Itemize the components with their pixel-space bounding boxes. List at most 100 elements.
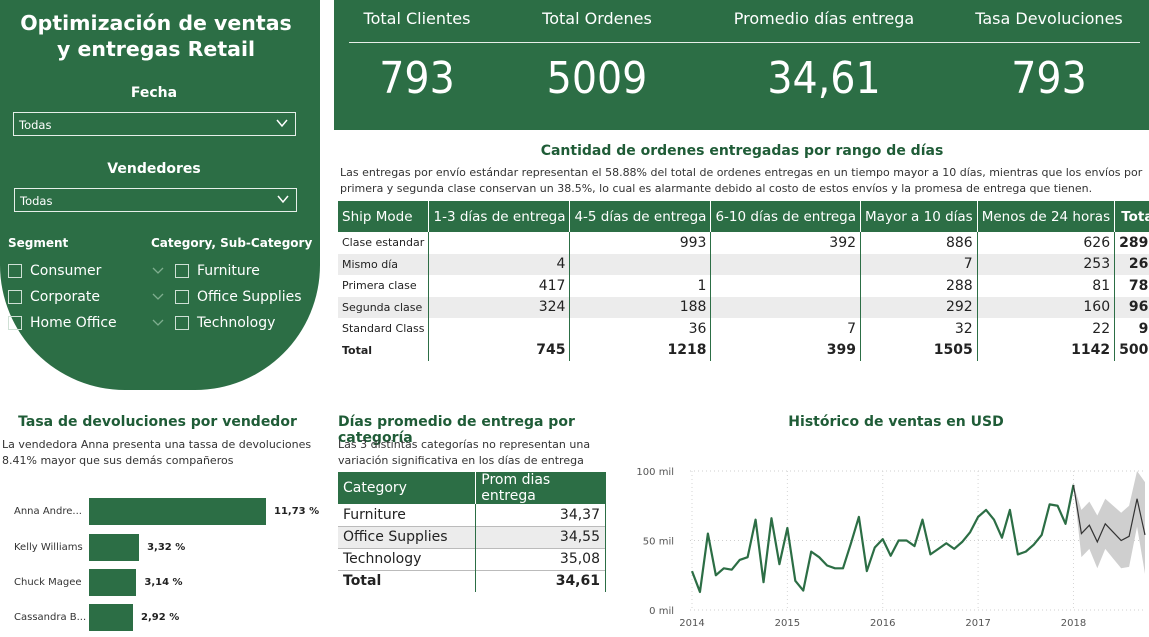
col-header-ship-mode[interactable]: Ship Mode <box>338 201 430 232</box>
col-header-menos-24h[interactable]: Menos de 24 horas <box>977 201 1116 232</box>
cell: 1505 <box>860 339 978 361</box>
cell: 2897 <box>1119 234 1149 251</box>
cell <box>428 318 571 340</box>
checkbox-icon[interactable] <box>175 316 189 330</box>
category-item-office-supplies[interactable]: Office Supplies <box>151 284 302 310</box>
vendedores-dropdown[interactable]: Todas <box>14 188 297 212</box>
cell: 34,55 <box>475 525 606 548</box>
segment-item-consumer[interactable]: Consumer <box>8 258 117 284</box>
cell: 626 <box>977 232 1116 254</box>
cell: 399 <box>710 339 862 361</box>
checkbox-icon[interactable] <box>8 264 22 278</box>
dashboard-title-line1: Optimización de ventas <box>20 11 292 35</box>
chevron-down-icon <box>277 195 289 204</box>
kpi-label-promedio-dias: Promedio días entrega <box>733 9 915 28</box>
category-slicer: Furniture Office Supplies Technology <box>151 258 302 336</box>
cell: 7 <box>860 253 978 275</box>
bar-category-label: Anna Andre... <box>14 506 82 517</box>
table-row: Technology 35,08 <box>338 547 606 570</box>
segment-item-corporate[interactable]: Corporate <box>8 284 117 310</box>
col-header-1-3-dias[interactable]: 1-3 días de entrega <box>428 201 571 232</box>
bar-value-label: 3,32 % <box>147 542 186 553</box>
x-tick-label: 2014 <box>679 618 704 629</box>
cell: 4 <box>428 253 571 275</box>
bar[interactable] <box>89 604 134 631</box>
cell: 5009 <box>1119 342 1149 359</box>
chevron-down-icon <box>276 119 288 128</box>
x-tick-label: 2016 <box>870 618 895 629</box>
segment-item-home-office[interactable]: Home Office <box>8 310 117 336</box>
category-table: Category Prom dias entrega Furniture 34,… <box>338 472 606 592</box>
bar-value-label: 3,14 % <box>144 577 183 588</box>
cell: 993 <box>569 232 712 254</box>
cell: Total <box>338 339 430 361</box>
table-total-row: Total 745 1218 399 1505 1142 5009 <box>338 339 1149 361</box>
cell: 34,61 <box>475 569 606 592</box>
col-header-total[interactable]: Total <box>1114 201 1149 232</box>
expand-chevron-icon[interactable] <box>151 292 165 302</box>
table-row: Mismo día 4 7 253 264 <box>338 253 1149 275</box>
category-item-label: Technology <box>197 315 276 331</box>
segment-item-label: Consumer <box>30 263 102 279</box>
checkbox-icon[interactable] <box>175 264 189 278</box>
segment-item-label: Home Office <box>30 315 117 331</box>
cell: 288 <box>860 275 978 297</box>
kpi-value-total-clientes: 793 <box>379 53 455 104</box>
fecha-label: Fecha <box>130 85 178 101</box>
table-row: Office Supplies 34,55 <box>338 525 606 548</box>
ship-desc-line1: Las entregas por envío estándar represen… <box>340 166 1143 179</box>
category-table-header: Category Prom dias entrega <box>338 472 606 504</box>
cell: 292 <box>860 296 978 318</box>
history-section-title: Histórico de ventas en USD <box>788 414 1004 430</box>
cell: 1218 <box>569 339 712 361</box>
category-item-technology[interactable]: Technology <box>151 310 302 336</box>
category-item-furniture[interactable]: Furniture <box>151 258 302 284</box>
cell: 160 <box>977 296 1116 318</box>
category-item-label: Furniture <box>197 263 260 279</box>
category-desc-line1: Las 3 distintas categorías no representa… <box>338 438 591 451</box>
col-header-6-10-dias[interactable]: 6-10 días de entrega <box>710 201 862 232</box>
returns-section-title: Tasa de devoluciones por vendedor <box>18 414 297 430</box>
y-tick-label: 0 mil <box>649 606 674 617</box>
expand-chevron-icon[interactable] <box>151 266 165 276</box>
cell: Total <box>338 569 477 592</box>
cell: 1 <box>569 275 712 297</box>
cell: 22 <box>977 318 1116 340</box>
bar-value-label: 2,92 % <box>141 612 180 623</box>
y-tick-label: 50 mil <box>643 537 674 548</box>
cell: 32 <box>860 318 978 340</box>
cell <box>710 296 862 318</box>
cell <box>569 253 712 275</box>
table-row: Standard Class 36 7 32 22 97 <box>338 318 1149 340</box>
cell <box>428 232 571 254</box>
kpi-label-total-clientes: Total Clientes <box>363 9 471 28</box>
col-header-category[interactable]: Category <box>338 472 477 504</box>
ship-section-title: Cantidad de ordenes entregadas por rango… <box>540 143 944 159</box>
checkbox-icon[interactable] <box>8 316 22 330</box>
checkbox-icon[interactable] <box>175 290 189 304</box>
cell: 97 <box>1138 320 1149 337</box>
cell: 886 <box>860 232 978 254</box>
col-header-mayor-10[interactable]: Mayor a 10 días <box>860 201 978 232</box>
cell: 392 <box>710 232 862 254</box>
table-row: Primera clase 417 1 288 81 787 <box>338 275 1149 297</box>
fecha-dropdown[interactable]: Todas <box>13 112 296 136</box>
checkbox-icon[interactable] <box>8 290 22 304</box>
table-row: Clase estandar 993 392 886 626 2897 <box>338 232 1149 254</box>
bar-value-label: 11,73 % <box>274 506 320 517</box>
table-row: Furniture 34,37 <box>338 504 606 526</box>
dashboard-title: Optimización de ventas y entregas Retail <box>0 10 312 62</box>
col-header-prom-dias[interactable]: Prom dias entrega <box>475 472 606 504</box>
cell: Standard Class <box>338 318 430 340</box>
kpi-divider <box>349 42 1140 43</box>
bar[interactable] <box>89 569 137 596</box>
col-header-4-5-dias[interactable]: 4-5 días de entrega <box>569 201 712 232</box>
ship-table-header: Ship Mode 1-3 días de entrega 4-5 días d… <box>338 201 1149 232</box>
kpi-label-total-ordenes: Total Ordenes <box>542 9 652 28</box>
ship-section-description: Las entregas por envío estándar represen… <box>340 165 1146 197</box>
expand-chevron-icon[interactable] <box>151 318 165 328</box>
category-desc-line2: variación significativa en los días de e… <box>338 454 584 467</box>
y-tick-label: 100 mil <box>636 467 674 478</box>
bar[interactable] <box>89 498 266 525</box>
bar[interactable] <box>89 534 140 561</box>
